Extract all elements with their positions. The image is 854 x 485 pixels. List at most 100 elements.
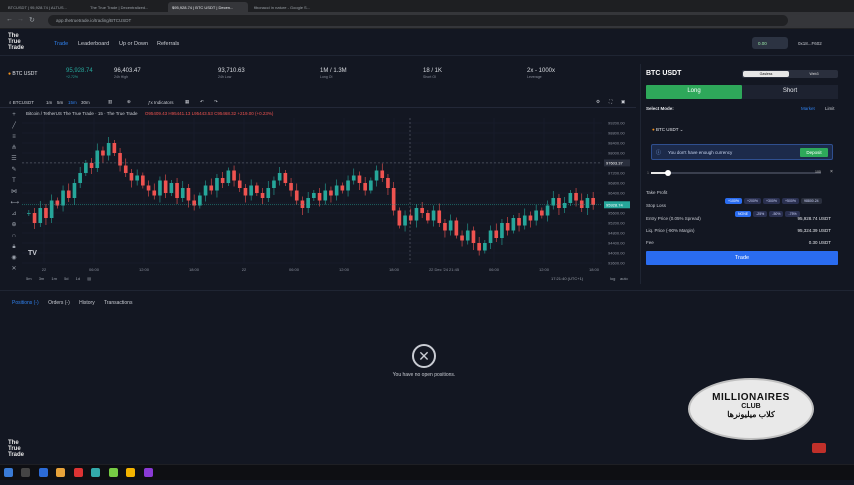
candle-body <box>266 188 271 198</box>
compare-icon[interactable]: ⊕ <box>127 99 131 105</box>
address-bar[interactable]: app.thetruetrade.io/trading/BTCUSDT <box>48 15 788 26</box>
balance-value: 0.00 <box>758 41 767 46</box>
symbol-label: BTCUSDT <box>12 100 35 105</box>
app-logo[interactable]: The True Trade <box>8 33 24 51</box>
folder-icon[interactable] <box>56 468 66 477</box>
mode-limit[interactable]: Limit <box>825 106 835 111</box>
app-icon[interactable] <box>38 468 48 477</box>
start-icon[interactable] <box>4 468 13 477</box>
pitchfork-icon[interactable]: ⋔ <box>11 145 18 152</box>
long-button[interactable]: Long <box>646 85 742 99</box>
btc-icon: ● <box>8 71 12 77</box>
eye-icon[interactable]: ◉ <box>11 255 18 262</box>
range-1m[interactable]: 1m <box>51 276 57 281</box>
deposit-button[interactable]: Deposit <box>800 148 828 157</box>
timezone-label[interactable]: 17:21:40 (UTC+1) <box>551 276 583 281</box>
undo-icon[interactable]: ↶ <box>200 99 204 105</box>
range-5m[interactable]: 5m <box>26 276 32 281</box>
nav-referrals[interactable]: Referrals <box>157 41 179 47</box>
trendline-icon[interactable]: ╱ <box>11 123 18 130</box>
search-icon[interactable] <box>21 468 31 477</box>
text-icon[interactable]: T <box>11 178 18 185</box>
asset-selector[interactable]: ● BTC USDT ⌄ <box>652 127 683 133</box>
candle-body <box>534 210 538 221</box>
back-icon[interactable]: ← <box>6 16 13 23</box>
tab-history[interactable]: History <box>79 300 95 306</box>
browser-tab[interactable]: The True Trade | Decentralized... <box>86 2 166 12</box>
magnet-icon[interactable]: ∩ <box>11 233 18 240</box>
x-tick-label: 18:00 <box>589 267 600 272</box>
trade-button[interactable]: Trade <box>646 251 838 265</box>
interval-30m[interactable]: 30m <box>81 100 90 105</box>
sl-chip[interactable]: NONE <box>735 211 752 217</box>
log-toggle[interactable]: log <box>610 276 615 281</box>
slider-thumb[interactable] <box>665 170 671 176</box>
mode-market[interactable]: Market <box>801 106 815 111</box>
range-3m[interactable]: 3m <box>39 276 45 281</box>
trash-icon[interactable]: ✕ <box>11 266 18 273</box>
candle-type-icon[interactable]: ▥ <box>108 99 112 105</box>
nav-up-or-down[interactable]: Up or Down <box>119 41 148 47</box>
pattern-icon[interactable]: ⋈ <box>11 189 18 196</box>
price-chart[interactable]: 99200.0098800.0098400.0098000.0097600.00… <box>22 110 630 275</box>
measure-icon[interactable]: ⟷ <box>11 200 20 207</box>
interval-1m[interactable]: 1m <box>46 100 52 105</box>
range-1d[interactable]: 1d <box>76 276 80 281</box>
tab-orders[interactable]: Orders (-) <box>48 300 70 306</box>
indicators-button[interactable]: ƒx Indicators <box>148 100 174 105</box>
chrome-icon[interactable] <box>126 468 136 477</box>
fib-icon[interactable]: ☰ <box>11 156 18 163</box>
short-button[interactable]: Short <box>742 85 838 99</box>
candle-body <box>49 200 54 218</box>
reload-icon[interactable]: ↻ <box>29 16 35 24</box>
close-icon[interactable]: × <box>830 169 833 175</box>
auto-toggle[interactable]: auto <box>620 276 628 281</box>
app-icon[interactable] <box>108 468 118 477</box>
app-icon[interactable] <box>91 468 101 477</box>
nav-leaderboard[interactable]: Leaderboard <box>78 41 109 47</box>
x-tick-label: 22 <box>42 267 47 272</box>
brush-icon[interactable]: ✎ <box>11 167 18 174</box>
browser-tab[interactable]: fibonacci in nature - Google S... <box>250 2 330 12</box>
account-address: 0x18...F602 <box>798 41 822 46</box>
candle-body <box>112 143 117 153</box>
nav-trade[interactable]: Trade <box>54 41 68 47</box>
fullscreen-icon[interactable]: ⛶ <box>609 99 612 104</box>
zoom-icon[interactable]: ⊕ <box>11 222 18 229</box>
goto-date-icon[interactable]: ▤ <box>87 276 91 281</box>
trade-panel: BTC USDT Gasless Web3 Long Short Select … <box>640 64 854 284</box>
record-icon[interactable] <box>812 443 826 453</box>
tab-transactions[interactable]: Transactions <box>104 300 132 306</box>
range-5d[interactable]: 5d <box>64 276 68 281</box>
account-menu[interactable]: 0x18...F602 <box>794 37 840 49</box>
interval-5m[interactable]: 5m <box>57 100 63 105</box>
templates-icon[interactable]: ▦ <box>185 99 189 105</box>
balance-chip[interactable]: 0.00 <box>752 37 788 49</box>
screenshot-icon[interactable]: ▣ <box>621 99 625 105</box>
tab-positions[interactable]: Positions (-) <box>12 300 39 306</box>
chart-symbol[interactable]: ⌕ BTCUSDT <box>9 100 34 105</box>
settings-icon[interactable]: ⚙ <box>596 99 600 105</box>
crosshair-icon[interactable]: + <box>11 112 18 119</box>
pair-selector[interactable]: ● BTC USDT <box>8 71 37 77</box>
candle-body <box>135 175 139 181</box>
tp-input[interactable]: 98800.24 <box>801 198 822 204</box>
short-oi-label: Short OI <box>423 75 437 79</box>
browser-tab-active[interactable]: $95,928.74 | BTC USDT | Decen... <box>168 2 248 12</box>
ruler-icon[interactable]: ⊿ <box>11 211 18 218</box>
app-icon[interactable] <box>73 468 83 477</box>
horizontal-lines-icon[interactable]: ≡ <box>11 134 18 141</box>
leverage-value: 2x - 1000x <box>527 68 556 74</box>
forward-icon[interactable]: → <box>17 16 24 23</box>
candle-body <box>255 185 259 193</box>
candle-body <box>562 203 567 208</box>
select-mode-label: Select Mode: <box>646 106 674 111</box>
leverage-slider[interactable] <box>651 170 821 176</box>
app-icon[interactable] <box>143 468 153 477</box>
redo-icon[interactable]: ↷ <box>214 99 218 105</box>
web3-option[interactable]: Web3 <box>791 71 837 77</box>
browser-tab[interactable]: BTCUSDT | 95,928.74 | ALTUS... <box>4 2 84 12</box>
interval-15m[interactable]: 15m <box>68 100 77 105</box>
gasless-option[interactable]: Gasless <box>743 71 789 77</box>
lock-icon[interactable]: 🔒︎ <box>11 244 18 251</box>
